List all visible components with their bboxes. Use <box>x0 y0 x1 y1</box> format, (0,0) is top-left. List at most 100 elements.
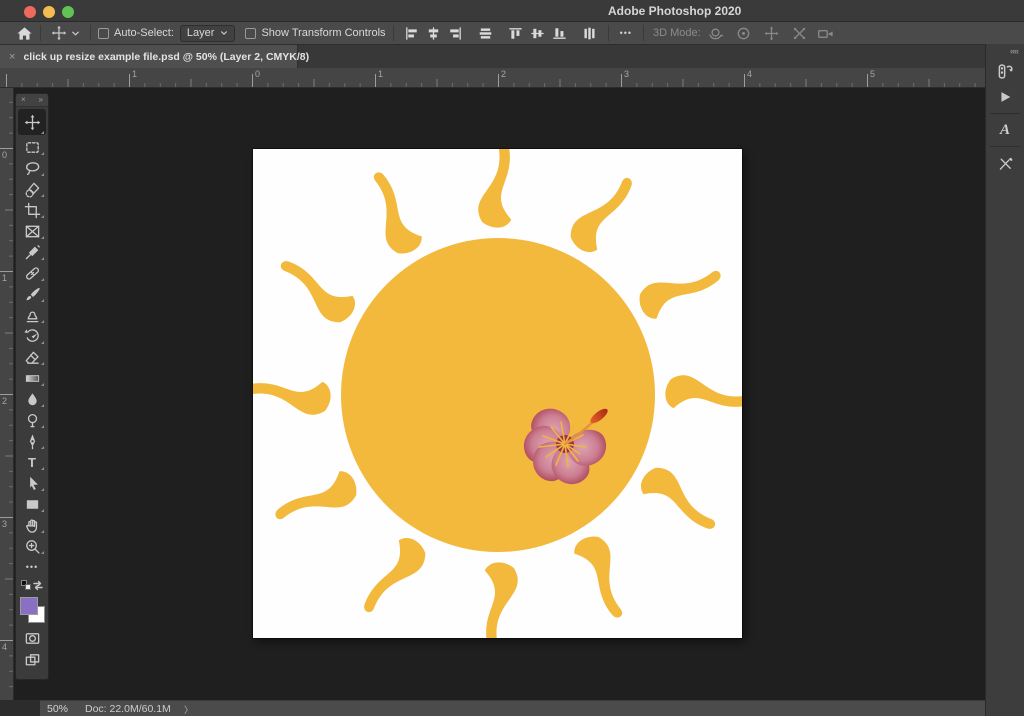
more-align-options-button[interactable]: ••• <box>616 28 636 38</box>
tools-panel-header: × » <box>16 94 48 107</box>
3d-mode-label: 3D Mode: <box>653 27 701 39</box>
document-workspace[interactable] <box>14 88 985 700</box>
close-window-button[interactable] <box>24 6 36 18</box>
eyedropper-icon <box>24 244 41 261</box>
distribute-horizontal-icon <box>582 26 597 41</box>
crop-tool[interactable] <box>16 200 48 221</box>
distribute-vertical-icon <box>478 26 493 41</box>
clone-stamp-tool[interactable] <box>16 305 48 326</box>
water-drop-icon <box>24 391 41 408</box>
align-left-icon <box>404 26 419 41</box>
history-brush-tool[interactable] <box>16 326 48 347</box>
frame-tool[interactable] <box>16 221 48 242</box>
tool-presets-panel-button[interactable] <box>986 150 1024 176</box>
character-panel-button[interactable]: A <box>986 117 1024 143</box>
document-tab-bar: × click up resize example file.psd @ 50%… <box>0 45 985 68</box>
canvas-artboard[interactable] <box>253 149 742 638</box>
horizontal-ruler: 1 0 1 2 3 4 5 <box>0 68 985 88</box>
close-panel-icon[interactable]: × <box>21 96 26 104</box>
ruler-label: 2 <box>2 396 7 406</box>
align-top-edges-button[interactable] <box>505 23 527 43</box>
auto-select-value: Layer <box>187 27 215 39</box>
align-bottom-edges-button[interactable] <box>549 23 571 43</box>
align-left-edges-button[interactable] <box>401 23 423 43</box>
quick-selection-tool[interactable] <box>16 179 48 200</box>
foreground-color-swatch[interactable] <box>20 597 38 615</box>
minimize-window-button[interactable] <box>43 6 55 18</box>
chevron-down-icon <box>71 29 80 38</box>
eyedropper-tool[interactable] <box>16 242 48 263</box>
document-size-info[interactable]: Doc: 22.0M/60.1M <box>85 703 171 715</box>
align-right-edges-button[interactable] <box>445 23 467 43</box>
ellipsis-icon: ••• <box>26 562 38 572</box>
close-tab-icon[interactable]: × <box>9 51 15 63</box>
tool-presets-panel-icon <box>997 155 1014 172</box>
tool-preset-picker[interactable] <box>51 25 80 41</box>
actions-panel-button[interactable] <box>986 84 1024 110</box>
eraser-tool[interactable] <box>16 347 48 368</box>
distribute-vertical-centers-button[interactable] <box>475 23 497 43</box>
bandage-icon <box>24 265 41 282</box>
3d-pan-button[interactable] <box>761 23 783 43</box>
zoom-tool[interactable] <box>16 536 48 557</box>
divider <box>40 25 41 41</box>
spot-healing-brush-tool[interactable] <box>16 263 48 284</box>
type-tool[interactable]: T <box>16 452 48 473</box>
align-bottom-icon <box>552 26 567 41</box>
ruler-label: 4 <box>747 69 752 79</box>
quick-mask-button[interactable] <box>16 627 48 649</box>
character-panel-icon: A <box>1000 122 1010 139</box>
3d-slide-button[interactable] <box>789 23 811 43</box>
frame-icon <box>24 223 41 240</box>
screen-mode-button[interactable] <box>16 649 48 671</box>
marquee-icon <box>24 139 41 156</box>
move-tool[interactable] <box>16 107 48 137</box>
divider <box>90 25 91 41</box>
zoom-window-button[interactable] <box>62 6 74 18</box>
type-tool-icon: T <box>28 456 36 469</box>
dodge-tool[interactable] <box>16 410 48 431</box>
window-title: Adobe Photoshop 2020 <box>608 4 741 18</box>
ruler-label: 1 <box>132 69 137 79</box>
gradient-icon <box>24 370 41 387</box>
ruler-label: 1 <box>378 69 383 79</box>
status-bar: 50% Doc: 22.0M/60.1M 〉 <box>40 700 985 716</box>
auto-select-checkbox[interactable]: Auto-Select: <box>98 27 174 39</box>
distribute-horizontal-centers-button[interactable] <box>579 23 601 43</box>
3d-dolly-button[interactable] <box>815 23 837 43</box>
slide-3d-icon <box>791 25 808 42</box>
rectangular-marquee-tool[interactable] <box>16 137 48 158</box>
auto-select-target-dropdown[interactable]: Layer <box>180 25 236 42</box>
expand-dock-icon[interactable]: «« <box>1010 46 1018 56</box>
hand-tool[interactable] <box>16 515 48 536</box>
pen-tool[interactable] <box>16 431 48 452</box>
ruler-label: 3 <box>624 69 629 79</box>
document-tab[interactable]: × click up resize example file.psd @ 50%… <box>0 45 298 68</box>
checkbox-icon <box>245 28 256 39</box>
path-selection-tool[interactable] <box>16 473 48 494</box>
edit-toolbar-button[interactable]: ••• <box>16 557 48 577</box>
gradient-tool[interactable] <box>16 368 48 389</box>
blur-tool[interactable] <box>16 389 48 410</box>
rectangle-shape-tool[interactable] <box>16 494 48 515</box>
home-button[interactable] <box>16 25 33 42</box>
brush-tool[interactable] <box>16 284 48 305</box>
show-transform-checkbox[interactable]: Show Transform Controls <box>245 27 385 39</box>
expand-panel-icon[interactable]: » <box>39 96 43 104</box>
align-horizontal-centers-button[interactable] <box>423 23 445 43</box>
divider <box>608 25 609 41</box>
ruler-label: 1 <box>2 273 7 283</box>
align-vertical-centers-button[interactable] <box>527 23 549 43</box>
history-brush-icon <box>24 328 41 345</box>
color-swatches <box>16 593 48 627</box>
lasso-tool[interactable] <box>16 158 48 179</box>
default-colors-icon[interactable] <box>21 580 31 590</box>
show-transform-label: Show Transform Controls <box>261 27 385 39</box>
history-panel-button[interactable] <box>986 58 1024 84</box>
3d-orbit-button[interactable] <box>705 23 727 43</box>
ruler-label: 2 <box>501 69 506 79</box>
swap-colors-icon[interactable] <box>32 579 44 591</box>
zoom-level-field[interactable]: 50% <box>47 703 68 715</box>
status-popup-chevron-icon[interactable]: 〉 <box>184 703 193 716</box>
3d-roll-button[interactable] <box>733 23 755 43</box>
